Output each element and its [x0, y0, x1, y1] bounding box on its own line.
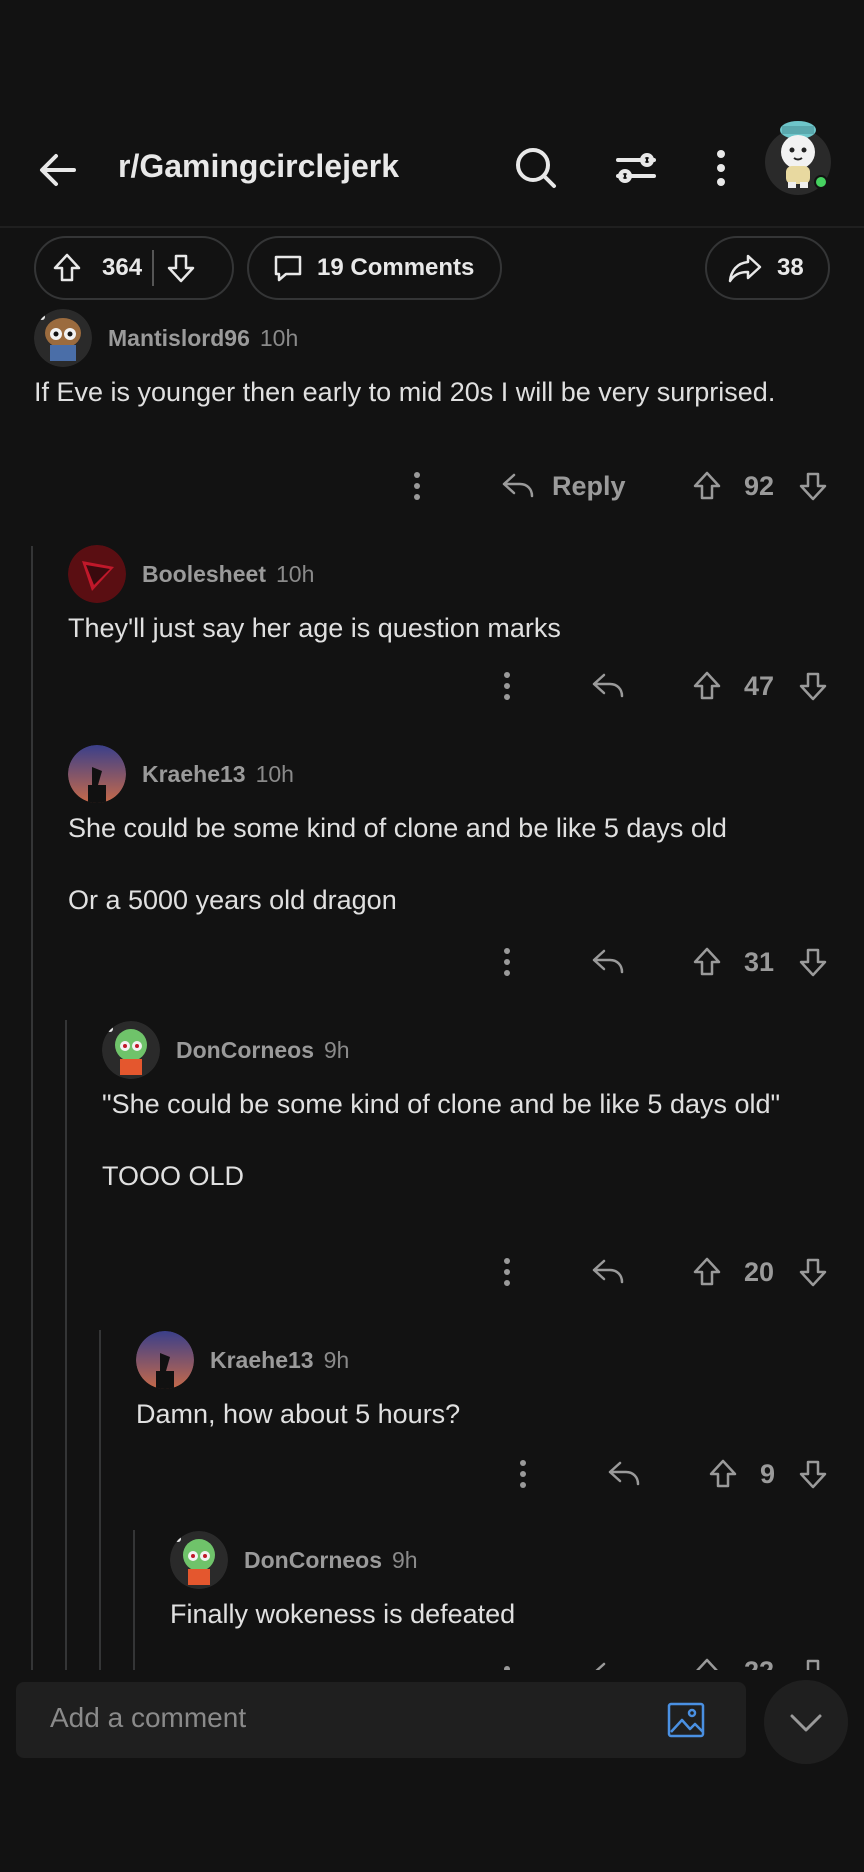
comment-time: 9h [324, 1036, 350, 1063]
thread-line-level-4[interactable] [133, 1530, 135, 1670]
vote-pill: 364 [34, 236, 234, 300]
more-options-icon[interactable] [400, 466, 434, 506]
comments-button[interactable]: 19 Comments [247, 236, 502, 300]
comments-count-label: 19 Comments [317, 254, 475, 281]
comment-composer[interactable]: Add a comment [16, 1682, 746, 1758]
comment-score: 47 [744, 670, 775, 701]
online-status-dot [814, 175, 828, 189]
share-arrow-icon [728, 254, 762, 283]
comment-author[interactable]: Boolesheet [142, 561, 266, 588]
avatar[interactable] [34, 309, 92, 367]
more-options-icon[interactable] [506, 1454, 540, 1494]
share-count: 38 [777, 254, 804, 281]
thread-line-level-1[interactable] [31, 546, 33, 1670]
avatar[interactable] [170, 1531, 228, 1589]
comment-body: They'll just say her age is question mar… [68, 613, 561, 643]
collapse-chevron-button[interactable] [764, 1680, 848, 1764]
comment-body: She could be some kind of clone and be l… [68, 813, 727, 915]
downvote-icon[interactable] [796, 945, 830, 979]
downvote-icon[interactable] [796, 1656, 830, 1670]
comment-time: 10h [255, 760, 294, 787]
reply-arrow-icon[interactable] [590, 1658, 626, 1670]
post-score: 364 [102, 254, 143, 281]
vote-separator [152, 250, 155, 286]
comment-time: 9h [392, 1546, 418, 1573]
comment-time: 9h [323, 1346, 350, 1373]
comment-action-bar: Reply 92 [400, 458, 840, 514]
avatar[interactable] [136, 1331, 194, 1389]
comment-body: "She could be some kind of clone and be … [102, 1089, 781, 1191]
comment: Boolesheet 10h They'll just say her age … [68, 544, 838, 646]
comment-bubble-icon [274, 255, 302, 282]
comment-score: 22 [744, 1656, 774, 1670]
avatar[interactable] [68, 545, 126, 603]
comment-action-bar: 20 [490, 1244, 840, 1300]
comment-author[interactable]: Kraehe13 [210, 1347, 314, 1374]
more-options-icon[interactable] [490, 666, 524, 706]
image-upload-icon[interactable] [666, 1700, 706, 1740]
reply-arrow-icon[interactable] [590, 669, 626, 703]
more-options-icon[interactable] [490, 942, 524, 982]
comment-body: Finally wokeness is defeated [170, 1599, 516, 1629]
upvote-icon[interactable] [706, 1457, 740, 1491]
comment: DonCorneos 9h "She could be some kind of… [102, 1020, 842, 1194]
user-avatar[interactable] [762, 110, 834, 200]
comment-time: 10h [275, 560, 315, 587]
comment-action-bar: 31 [490, 934, 840, 990]
comment-body: If Eve is younger then early to mid 20s … [34, 377, 776, 407]
search-icon[interactable] [512, 144, 560, 192]
comment-action-bar: 9 [506, 1446, 840, 1502]
comment: Kraehe13 9h Damn, how about 5 hours? [136, 1330, 836, 1432]
upvote-icon[interactable] [690, 945, 724, 979]
reply-arrow-icon[interactable] [590, 1255, 626, 1289]
downvote-icon[interactable] [164, 251, 198, 285]
share-button[interactable]: 38 [705, 236, 830, 300]
more-options-icon[interactable] [490, 1660, 524, 1670]
downvote-icon[interactable] [796, 669, 830, 703]
upvote-icon[interactable] [690, 669, 724, 703]
comment-author[interactable]: Kraehe13 [142, 761, 246, 788]
upvote-icon[interactable] [50, 251, 84, 285]
upvote-icon[interactable] [690, 1656, 724, 1670]
reply-label[interactable]: Reply [552, 471, 626, 502]
thread-line-level-2[interactable] [65, 1020, 67, 1670]
comment: Mantislord96 10h If Eve is younger then … [34, 308, 834, 410]
comment-action-bar: 47 [490, 658, 840, 714]
comment-score: 31 [744, 946, 775, 977]
more-options-icon[interactable] [704, 144, 738, 192]
top-bar: r/Gamingcirclejerk [0, 110, 864, 226]
comment-author[interactable]: Mantislord96 [108, 325, 250, 352]
composer-placeholder[interactable]: Add a comment [50, 1702, 246, 1734]
downvote-icon[interactable] [796, 469, 830, 503]
avatar[interactable] [102, 1021, 160, 1079]
subreddit-title[interactable]: r/Gamingcirclejerk [118, 148, 399, 185]
reply-arrow-icon[interactable] [500, 469, 536, 503]
post-action-bar: 364 19 Comments 38 [0, 236, 864, 304]
comment-score: 92 [744, 470, 775, 501]
header-divider [0, 226, 864, 228]
comment-author[interactable]: DonCorneos [244, 1547, 382, 1574]
upvote-icon[interactable] [690, 1255, 724, 1289]
comment-time: 10h [259, 324, 299, 351]
comment-score: 20 [744, 1256, 775, 1287]
more-options-icon[interactable] [490, 1252, 524, 1292]
comment-score: 9 [760, 1458, 776, 1489]
thread-line-level-3[interactable] [99, 1330, 101, 1670]
comment-author[interactable]: DonCorneos [176, 1037, 314, 1064]
filter-sliders-icon[interactable] [612, 144, 660, 192]
downvote-icon[interactable] [796, 1457, 830, 1491]
reply-arrow-icon[interactable] [606, 1457, 642, 1491]
reply-arrow-icon[interactable] [590, 945, 626, 979]
downvote-icon[interactable] [796, 1255, 830, 1289]
comment-body: Damn, how about 5 hours? [136, 1399, 461, 1429]
back-arrow-icon[interactable] [34, 146, 82, 194]
avatar[interactable] [68, 745, 126, 803]
upvote-icon[interactable] [690, 469, 724, 503]
comment: DonCorneos 9h Finally wokeness is defeat… [170, 1530, 840, 1632]
comment-action-bar-partial: 22 [490, 1646, 840, 1670]
comment: Kraehe13 10h She could be some kind of c… [68, 744, 838, 918]
